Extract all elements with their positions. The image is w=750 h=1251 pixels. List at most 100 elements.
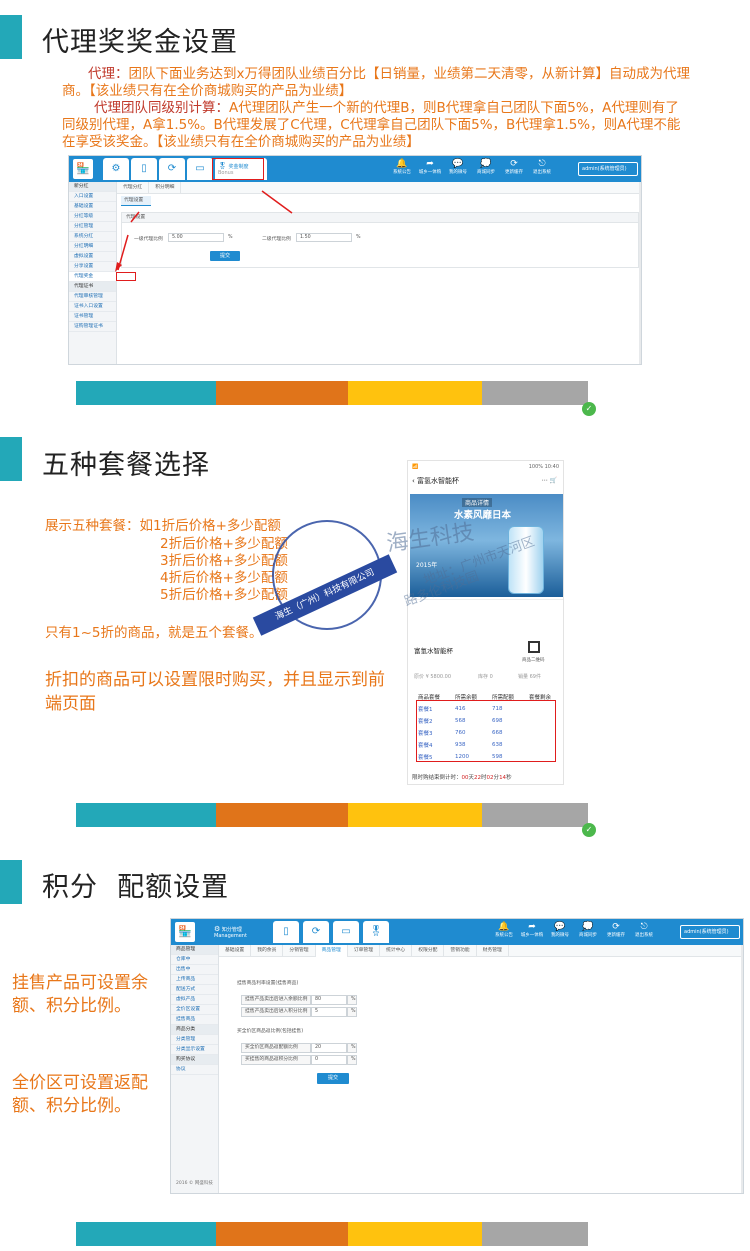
fullprice-quota-ratio-input[interactable]: 20 bbox=[311, 1043, 347, 1053]
submit-button[interactable]: 提交 bbox=[317, 1073, 349, 1084]
percent-unit: % bbox=[347, 995, 357, 1005]
sidebar-item[interactable]: 分类显示设置 bbox=[171, 1045, 218, 1055]
listing-return-points-input[interactable]: 0 bbox=[311, 1055, 347, 1065]
refresh-icon[interactable]: ⟳ 更新缓存 bbox=[603, 922, 629, 939]
banner-label: 商品详情 bbox=[462, 498, 493, 507]
package-line: 3折后价格+多少配额 bbox=[160, 553, 288, 569]
nav-tab[interactable]: 营销功能 bbox=[444, 945, 477, 957]
nav-tab[interactable]: 订单管理 bbox=[348, 945, 381, 957]
fullprice-text: 全价区可设置返配额、积分比例。 bbox=[12, 1073, 148, 1116]
bar-yellow bbox=[348, 381, 482, 405]
tab-sub: Management bbox=[214, 933, 247, 939]
listing-balance-ratio-input[interactable]: 80 bbox=[311, 995, 347, 1005]
bar-teal bbox=[76, 381, 216, 405]
back-icon[interactable]: ‹ bbox=[412, 477, 415, 485]
section-marker bbox=[0, 437, 22, 481]
sidebar-item[interactable]: 配送方式 bbox=[171, 985, 218, 995]
phone-icon[interactable]: ▯ bbox=[273, 921, 299, 943]
package-line: 4折后价格+多少配额 bbox=[160, 570, 288, 586]
icon-label: 系统公告 bbox=[495, 933, 513, 938]
countdown-label: 限时购结束倒计时： bbox=[412, 775, 462, 781]
bell-icon[interactable]: 🔔 系统公告 bbox=[491, 922, 517, 939]
package-note: 只有1~5折的商品，就是五个套餐。 bbox=[45, 625, 263, 641]
chat-icon[interactable]: 💭 商城同步 bbox=[575, 922, 601, 939]
arrow-head bbox=[115, 262, 122, 272]
bar-orange bbox=[216, 381, 348, 405]
bar-teal bbox=[76, 803, 216, 827]
icon-label: 城乡一体购 bbox=[520, 933, 544, 938]
percent-unit: % bbox=[347, 1007, 357, 1017]
product-name: 富氢水智能杯 bbox=[414, 647, 453, 655]
qr-code-icon[interactable] bbox=[528, 641, 540, 653]
monitor-icon[interactable]: ▭ bbox=[333, 921, 359, 943]
nav-tab[interactable]: 统计中心 bbox=[380, 945, 413, 957]
sidebar-item[interactable]: 分类管理 bbox=[171, 1035, 218, 1045]
color-bar bbox=[76, 803, 588, 827]
bar-orange bbox=[216, 1222, 348, 1246]
sidebar-group[interactable]: 购买协议 bbox=[171, 1055, 218, 1065]
status-time: 100% 10:40 bbox=[528, 464, 559, 470]
icon-label: 退出系统 bbox=[635, 933, 653, 938]
stock: 库存 0 bbox=[478, 674, 493, 680]
store-icon[interactable]: 🏪 bbox=[175, 922, 195, 942]
sidebar-item[interactable]: 出售中 bbox=[171, 965, 218, 975]
field-label: 买全价区商品返配额比例 bbox=[241, 1043, 311, 1053]
wechat-icon: ✓ bbox=[582, 402, 596, 416]
bar-gray bbox=[482, 1222, 588, 1246]
nav-title: 富氢水智能杯 bbox=[417, 477, 460, 485]
sidebar-item[interactable]: 虚拟产品 bbox=[171, 995, 218, 1005]
exit-icon[interactable]: ⎋ 退出系统 bbox=[631, 922, 657, 939]
sidebar-item[interactable]: 全价区设置 bbox=[171, 1005, 218, 1015]
cd-hours: 22 bbox=[474, 775, 482, 781]
cd-minutes: 02 bbox=[486, 775, 494, 781]
nav-tab[interactable]: 财务管理 bbox=[477, 945, 509, 957]
arrow-line bbox=[130, 211, 140, 223]
scrollbar[interactable] bbox=[741, 945, 743, 1193]
refresh-tab-icon[interactable]: ⟳ bbox=[303, 921, 329, 943]
field-label: 挂售产品卖出后进入积分比例 bbox=[241, 1007, 311, 1017]
nav-tab-active[interactable]: 商品管理 bbox=[315, 945, 348, 957]
sales: 销量 69件 bbox=[518, 674, 541, 680]
user-menu[interactable]: admin(系统管理员) bbox=[680, 925, 740, 939]
package-line: 展示五种套餐：如1折后价格+多少配额 bbox=[45, 518, 281, 534]
bar-teal bbox=[76, 1222, 216, 1246]
nav-tab[interactable]: 基础设置 bbox=[219, 945, 252, 957]
nav-tab[interactable]: 分销管理 bbox=[283, 945, 316, 957]
annotation-arrows bbox=[115, 190, 293, 272]
section-title-points: 积分 配额设置 bbox=[42, 872, 230, 903]
original-price: 原价 ¥ 5800.00 bbox=[414, 674, 452, 680]
sidebar: 商品管理 仓库中 出售中 上传商品 配送方式 虚拟产品 全价区设置 挂售商品 商… bbox=[171, 945, 219, 1193]
section-label: 买全价区商品返比例(包括挂售) bbox=[237, 1029, 304, 1034]
sidebar-item[interactable]: 上传商品 bbox=[171, 975, 218, 985]
sidebar-item[interactable]: 协议 bbox=[171, 1065, 218, 1075]
signal-icon: 📶 bbox=[412, 464, 419, 470]
section-title-packages: 五种套餐选择 bbox=[42, 450, 210, 481]
share-icon[interactable]: ➦ 城乡一体购 bbox=[519, 922, 545, 939]
nav-tab[interactable]: 我的余员 bbox=[251, 945, 284, 957]
listing-text: 挂售产品可设置余额、积分比例。 bbox=[12, 973, 148, 1016]
admin-topbar: 🏪 ⚙ 知分管理 Management ▯ ⟳ ▭ 🎖 🔔 系统公告 ➦ 城乡一体购 … bbox=[171, 919, 743, 945]
sidebar-item[interactable]: 挂售商品 bbox=[171, 1015, 218, 1025]
icon-label: 更新缓存 bbox=[607, 933, 625, 938]
arrow-line bbox=[261, 190, 293, 214]
cd-days: 00 bbox=[461, 775, 469, 781]
phone-nav: ‹ 富氢水智能杯 ⋯ 🛒 bbox=[408, 473, 563, 489]
listing-points-ratio-input[interactable]: 5 bbox=[311, 1007, 347, 1017]
medal-icon[interactable]: 🎖 bbox=[363, 921, 389, 943]
sidebar-group[interactable]: 商品分类 bbox=[171, 1025, 218, 1035]
bar-orange bbox=[216, 803, 348, 827]
color-bar bbox=[76, 1222, 588, 1246]
cd-unit: 秒 bbox=[506, 775, 512, 781]
status-bar: 📶 100% 10:40 bbox=[408, 461, 563, 473]
limited-time-text: 折扣的商品可以设置限时购买，并且显示到前端页面 bbox=[45, 670, 385, 714]
bar-yellow bbox=[348, 803, 482, 827]
management-tab[interactable]: ⚙ 知分管理 Management bbox=[211, 921, 263, 943]
sidebar-item[interactable]: 仓库中 bbox=[171, 955, 218, 965]
comment-icon[interactable]: 💬 我的微号 bbox=[547, 922, 573, 939]
section-label: 挂售商品利率设置(挂售商品) bbox=[237, 981, 299, 986]
bar-yellow bbox=[348, 1222, 482, 1246]
sidebar-group[interactable]: 商品管理 bbox=[171, 945, 218, 955]
nav-tab[interactable]: 权限分配 bbox=[412, 945, 445, 957]
top-nav-tabs: 基础设置 我的余员 分销管理 商品管理 订单管理 统计中心 权限分配 营销功能 财务管理 bbox=[219, 945, 743, 957]
more-icon[interactable]: ⋯ 🛒 bbox=[542, 473, 563, 489]
